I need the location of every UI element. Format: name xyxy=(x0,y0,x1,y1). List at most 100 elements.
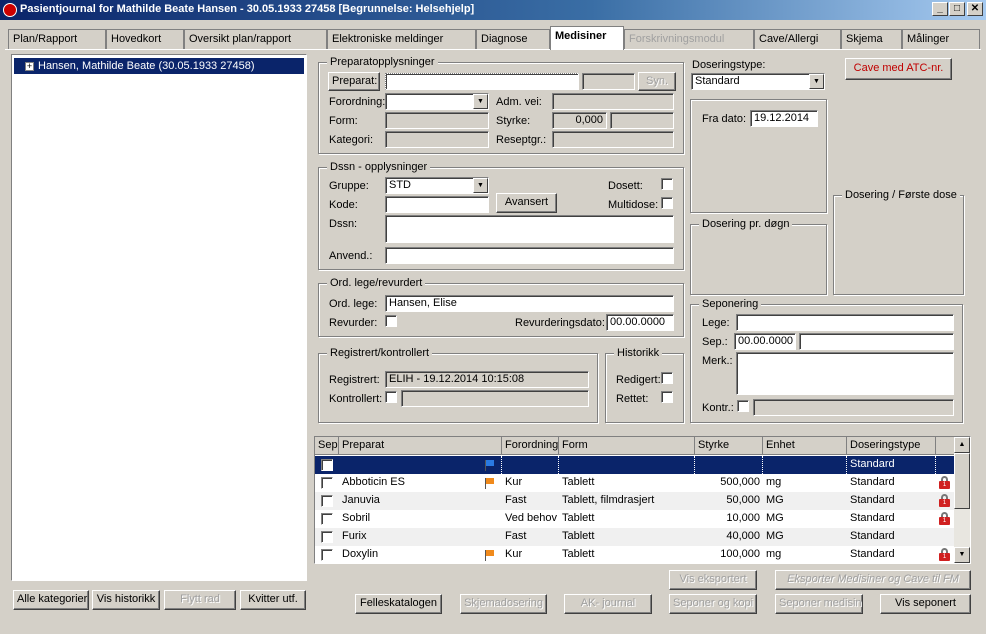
tab-elektroniske-meldinger[interactable]: Elektroniske meldinger xyxy=(327,29,476,49)
cell-form: Tablett xyxy=(562,512,595,524)
tab-oversikt-plan-rapport[interactable]: Oversikt plan/rapport xyxy=(184,29,327,49)
sep-checkbox[interactable] xyxy=(321,477,333,489)
preparat-code-field xyxy=(582,73,635,90)
table-row[interactable]: Doxylin Kur Tablett 100,000 mg Standard 1 xyxy=(315,546,955,563)
table-scrollbar[interactable]: ▲ ▼ xyxy=(954,437,970,563)
kategori-label: Kategori: xyxy=(329,134,374,146)
cell-doseringstype: Standard xyxy=(850,548,895,560)
scroll-up-icon[interactable]: ▲ xyxy=(954,437,970,453)
sep-date-input[interactable]: 00.00.0000 xyxy=(734,333,796,350)
table-row[interactable]: Januvia Fast Tablett, filmdrasjert 50,000 MG… xyxy=(315,492,955,510)
sep-checkbox[interactable] xyxy=(321,531,333,543)
avansert-button[interactable]: Avansert xyxy=(496,193,557,213)
kode-input[interactable] xyxy=(385,196,489,213)
sep-reason-input[interactable] xyxy=(799,333,954,350)
fra-dato-input[interactable]: 19.12.2014 xyxy=(750,110,818,127)
revurderingsdato-input[interactable]: 00.00.0000 xyxy=(606,314,674,331)
sep-checkbox[interactable] xyxy=(321,495,333,507)
tab-skjema[interactable]: Skjema xyxy=(841,29,902,49)
seponer-og-kopi-button[interactable]: Seponer og kopi xyxy=(669,594,757,614)
tab-medisiner[interactable]: Medisiner xyxy=(550,26,624,50)
sep-checkbox[interactable] xyxy=(321,513,333,525)
column-header-preparat[interactable]: Preparat xyxy=(339,437,502,455)
vis-historikk-button[interactable]: Vis historikk xyxy=(92,590,160,610)
dssn-textarea[interactable] xyxy=(385,215,674,243)
table-row[interactable]: Abboticin ES Kur Tablett 500,000 mg Standard 1 xyxy=(315,474,955,492)
lock-icon: 1 xyxy=(939,512,950,525)
tab-strip-line xyxy=(5,49,981,50)
cell-enhet xyxy=(763,456,847,474)
tab-malinger[interactable]: Målinger xyxy=(902,29,980,49)
gruppe-select[interactable]: STD ▼ xyxy=(385,177,489,194)
scroll-thumb[interactable] xyxy=(954,453,970,509)
eksporter-medisiner-button[interactable]: Eksporter Medisiner og Cave til FM xyxy=(775,570,971,590)
kvitter-utf-button[interactable]: Kvitter utf. xyxy=(240,590,306,610)
chevron-down-icon[interactable]: ▼ xyxy=(473,94,488,109)
cell-styrke: 500,000 xyxy=(720,476,760,488)
skjemadosering-button[interactable]: Skjemadosering xyxy=(460,594,547,614)
column-header-styrke[interactable]: Styrke xyxy=(695,437,763,455)
cell-preparat: Furix xyxy=(342,530,367,542)
maximize-button[interactable]: □ xyxy=(949,2,965,16)
table-row[interactable]: Sobril Ved behov Tablett 10,000 MG Standard 1 xyxy=(315,510,955,528)
form-label: Form: xyxy=(329,115,358,127)
tab-forskrivningsmodul[interactable]: Forskrivningsmodul xyxy=(624,29,754,49)
kontrollert-field xyxy=(401,390,589,407)
sep-checkbox[interactable] xyxy=(321,549,333,561)
chevron-down-icon[interactable]: ▼ xyxy=(809,74,824,89)
cell-enhet: mg xyxy=(766,548,782,560)
preparat-input[interactable] xyxy=(385,73,579,90)
redigert-label: Redigert: xyxy=(616,374,661,386)
vis-seponert-button[interactable]: Vis seponert xyxy=(880,594,971,614)
felleskatalogen-button[interactable]: Felleskatalogen xyxy=(355,594,442,614)
category-tree[interactable]: + Hansen, Mathilde Beate (30.05.1933 274… xyxy=(11,54,307,581)
redigert-checkbox[interactable] xyxy=(661,372,673,384)
expand-plus-icon[interactable]: + xyxy=(25,62,34,71)
scroll-down-icon[interactable]: ▼ xyxy=(954,547,970,563)
sep-checkbox[interactable] xyxy=(321,459,333,471)
tab-plan-rapport[interactable]: Plan/Rapport xyxy=(8,29,106,49)
chevron-down-icon[interactable]: ▼ xyxy=(473,178,488,193)
forordning-select[interactable]: ▼ xyxy=(385,93,489,110)
tree-item-patient[interactable]: + Hansen, Mathilde Beate (30.05.1933 274… xyxy=(14,58,304,74)
minimize-button[interactable]: _ xyxy=(932,2,948,16)
dssn-label: Dssn: xyxy=(329,218,358,230)
lege-input[interactable] xyxy=(736,314,954,331)
cell-form: Tablett xyxy=(562,548,595,560)
alle-kategorier-button[interactable]: Alle kategorier xyxy=(13,590,89,610)
cave-med-atc-button[interactable]: Cave med ATC-nr. xyxy=(845,58,952,80)
table-row[interactable]: Standard xyxy=(315,456,955,474)
doseringstype-value: Standard xyxy=(695,75,740,87)
vis-eksportert-button[interactable]: Vis eksportert xyxy=(669,570,757,590)
anvend-input[interactable] xyxy=(385,247,674,264)
syn-button[interactable]: Syn. xyxy=(638,72,676,91)
flytt-rad-button[interactable]: Flytt rad xyxy=(164,590,236,610)
cell-preparat: Abboticin ES xyxy=(342,476,405,488)
close-button[interactable]: ✕ xyxy=(967,2,983,16)
multidose-checkbox[interactable] xyxy=(661,197,673,209)
ak-journal-button[interactable]: AK- journal xyxy=(564,594,652,614)
column-header-doseringstype[interactable]: Doseringstype xyxy=(847,437,936,455)
kontr-checkbox[interactable] xyxy=(737,400,749,412)
table-row[interactable]: Furix Fast Tablett 40,000 MG Standard xyxy=(315,528,955,546)
tab-cave-allergi[interactable]: Cave/Allergi xyxy=(754,29,841,49)
forordning-label: Forordning: xyxy=(329,96,386,108)
merk-label: Merk.: xyxy=(702,355,733,367)
column-header-forordning[interactable]: Forordning xyxy=(502,437,559,455)
styrke-field: 0,000 xyxy=(552,112,607,129)
column-header-sep[interactable]: Sep xyxy=(315,437,339,455)
revurder-checkbox[interactable] xyxy=(385,315,397,327)
seponer-medisin-button[interactable]: Seponer medisin xyxy=(775,594,863,614)
column-header-enhet[interactable]: Enhet xyxy=(763,437,847,455)
dosett-checkbox[interactable] xyxy=(661,178,673,190)
doseringstype-select[interactable]: Standard ▼ xyxy=(691,73,825,90)
medication-table[interactable]: Sep Preparat Forordning Form Styrke Enhe… xyxy=(314,436,971,564)
tab-diagnose[interactable]: Diagnose xyxy=(476,29,550,49)
tab-hovedkort[interactable]: Hovedkort xyxy=(106,29,184,49)
ord-lege-input[interactable]: Hansen, Elise xyxy=(385,295,674,312)
kontrollert-checkbox[interactable] xyxy=(385,391,397,403)
merk-textarea[interactable] xyxy=(736,352,954,395)
preparat-button[interactable]: Preparat: xyxy=(328,72,380,91)
rettet-checkbox[interactable] xyxy=(661,391,673,403)
column-header-form[interactable]: Form xyxy=(559,437,695,455)
